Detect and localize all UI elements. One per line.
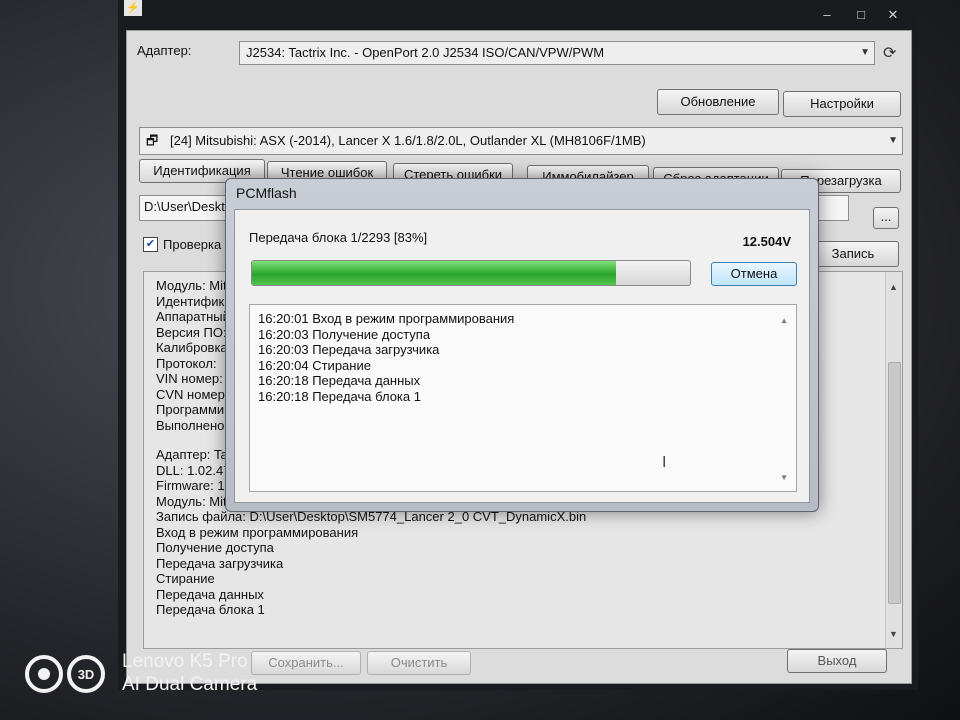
scroll-down-icon[interactable]: ▼ <box>780 470 788 486</box>
dialog-log-line: 16:20:18 Передача блока 1 <box>258 388 421 404</box>
close-icon[interactable]: ✕ <box>886 8 900 22</box>
log-scrollbar[interactable]: ▲ ▼ <box>885 272 902 648</box>
scrollbar-thumb[interactable] <box>888 362 901 604</box>
log-line: Передача загрузчика <box>156 555 284 571</box>
cancel-button[interactable]: Отмена <box>711 262 797 286</box>
camera-watermark: Lenovo K5 Pro AI Dual Camera <box>122 650 257 696</box>
chevron-down-icon[interactable]: ▼ <box>888 128 898 154</box>
adapter-label: Адаптер: <box>137 43 192 58</box>
dialog-body: Передача блока 1/2293 [83%] 12.504V Отме… <box>234 209 810 503</box>
title-bar: ⚡ – □ ✕ <box>118 0 918 30</box>
scroll-up-icon[interactable]: ▲ <box>780 313 788 329</box>
verify-checkbox-label: Проверка <box>163 237 222 252</box>
dialog-log-line: 16:20:01 Вход в режим программирования <box>258 311 515 326</box>
progress-fill <box>252 261 616 285</box>
voltage-readout: 12.504V <box>742 234 791 249</box>
save-button[interactable]: Сохранить... <box>251 651 361 675</box>
minimize-icon[interactable]: – <box>820 8 834 22</box>
log-line: Передача данных <box>156 586 264 602</box>
dialog-log-line: 16:20:03 Передача загрузчика <box>258 342 440 357</box>
vehicle-select[interactable]: 🗗 [24] Mitsubishi: ASX (-2014), Lancer X… <box>139 127 903 155</box>
log-line: Получение доступа <box>156 540 274 555</box>
settings-button[interactable]: Настройки <box>783 91 901 117</box>
adapter-select-value: J2534: Tactrix Inc. - OpenPort 2.0 J2534… <box>246 45 605 60</box>
text-cursor-icon: I <box>662 454 667 471</box>
transfer-status: Передача блока 1/2293 [83%] <box>249 230 428 245</box>
progress-dialog: PCMflash Передача блока 1/2293 [83%] 12.… <box>225 178 819 512</box>
progress-bar <box>251 260 691 286</box>
log-line: Передача блока 1 <box>156 602 265 617</box>
verify-checkbox[interactable]: ✔ <box>143 237 158 252</box>
adapter-select[interactable]: J2534: Tactrix Inc. - OpenPort 2.0 J2534… <box>239 41 875 65</box>
clear-button[interactable]: Очистить <box>367 651 471 675</box>
log-line: Вход в режим программирования <box>156 524 359 540</box>
camera-watermark-logo: 3D <box>25 655 105 693</box>
logo-3d-text: 3D <box>78 667 95 682</box>
browse-button[interactable]: ... <box>873 207 899 229</box>
scroll-down-icon[interactable]: ▼ <box>889 627 898 643</box>
update-button[interactable]: Обновление <box>657 89 779 115</box>
maximize-icon[interactable]: □ <box>854 8 868 22</box>
vehicle-select-value: [24] Mitsubishi: ASX (-2014), Lancer X 1… <box>170 133 646 148</box>
dialog-log-line: 16:20:03 Получение доступа <box>258 326 431 342</box>
refresh-icon[interactable]: ⟳ <box>883 43 896 63</box>
dialog-log-line: 16:20:04 Стирание <box>258 357 371 373</box>
window-list-icon: 🗗 <box>146 133 159 148</box>
scroll-up-icon[interactable]: ▲ <box>889 280 898 296</box>
dialog-log: 16:20:01 Вход в режим программирования 1… <box>249 304 797 492</box>
log-line: Стирание <box>156 571 215 586</box>
app-lightning-icon: ⚡ <box>124 0 142 16</box>
dialog-log-line: 16:20:18 Передача данных <box>258 373 421 388</box>
exit-button[interactable]: Выход <box>787 649 887 673</box>
camera-model: Lenovo K5 Pro <box>122 651 248 672</box>
write-button[interactable]: Запись <box>807 241 899 267</box>
chevron-down-icon[interactable]: ▼ <box>860 42 870 64</box>
camera-type: AI Dual Camera <box>122 674 258 695</box>
dialog-title: PCMflash <box>236 185 297 201</box>
